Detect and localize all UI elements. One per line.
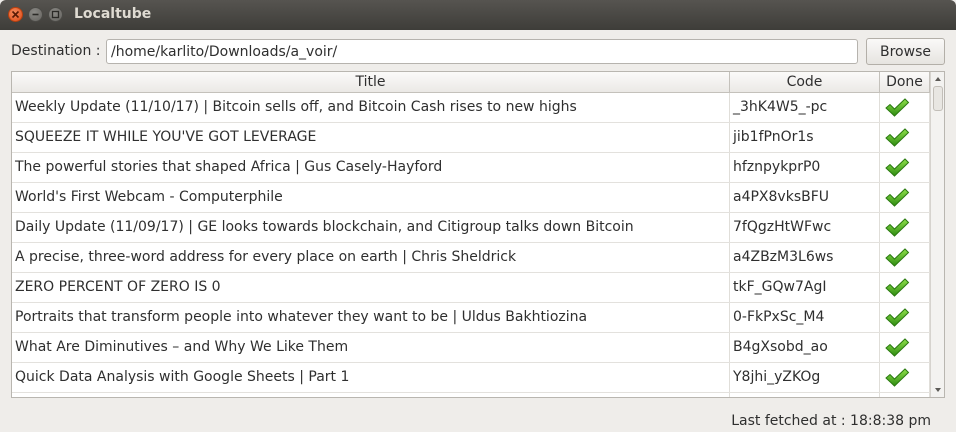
window-minimize-button[interactable] — [28, 7, 43, 22]
table-row[interactable]: A precise, three-word address for every … — [12, 243, 930, 273]
table-row[interactable]: Daily Update (11/09/17) | GE looks towar… — [12, 213, 930, 243]
green-checkmark-icon — [885, 278, 910, 297]
cell-title: SQUEEZE IT WHILE YOU'VE GOT LEVERAGE — [12, 123, 730, 152]
cell-code: _3hK4W5_-pc — [730, 93, 880, 122]
window-close-button[interactable] — [8, 7, 23, 22]
green-checkmark-icon — [885, 158, 910, 177]
cell-done — [880, 303, 930, 332]
column-header-code[interactable]: Code — [730, 72, 880, 92]
cell-title: ZERO PERCENT OF ZERO IS 0 — [12, 273, 730, 302]
column-header-done[interactable]: Done — [880, 72, 930, 92]
downloads-table: Title Code Done Weekly Update (11/10/17)… — [11, 71, 945, 398]
green-checkmark-icon — [885, 308, 910, 327]
cell-code: B4gXsobd_ao — [730, 333, 880, 362]
cell-done — [880, 183, 930, 212]
cell-title — [12, 393, 730, 397]
table-row[interactable]: What Are Diminutives – and Why We Like T… — [12, 333, 930, 363]
scroll-track[interactable] — [932, 86, 944, 383]
table-row[interactable]: Portraits that transform people into wha… — [12, 303, 930, 333]
destination-input[interactable] — [106, 39, 858, 64]
scroll-down-arrow[interactable] — [931, 383, 944, 397]
cell-code: hfznpykprP0 — [730, 153, 880, 182]
cell-done — [880, 153, 930, 182]
cell-title: Daily Update (11/09/17) | GE looks towar… — [12, 213, 730, 242]
cell-title: The powerful stories that shaped Africa … — [12, 153, 730, 182]
scroll-up-arrow[interactable] — [931, 72, 944, 86]
cell-done — [880, 393, 930, 397]
cell-title: What Are Diminutives – and Why We Like T… — [12, 333, 730, 362]
cell-done — [880, 333, 930, 362]
vertical-scrollbar[interactable] — [930, 72, 944, 397]
browse-button[interactable]: Browse — [866, 38, 945, 65]
green-checkmark-icon — [885, 218, 910, 237]
green-checkmark-icon — [885, 338, 910, 357]
window-maximize-button[interactable] — [48, 7, 63, 22]
cell-title: A precise, three-word address for every … — [12, 243, 730, 272]
cell-code: a4PX8vksBFU — [730, 183, 880, 212]
cell-code: jib1fPnOr1s — [730, 123, 880, 152]
close-icon — [11, 10, 20, 19]
minimize-icon — [32, 13, 39, 16]
destination-label: Destination : — [11, 43, 101, 59]
table-row[interactable]: ZERO PERCENT OF ZERO IS 0 tkF_GQw7AgI — [12, 273, 930, 303]
green-checkmark-icon — [885, 368, 910, 387]
cell-done — [880, 93, 930, 122]
cell-title: Weekly Update (11/10/17) | Bitcoin sells… — [12, 93, 730, 122]
cell-done — [880, 363, 930, 392]
green-checkmark-icon — [885, 128, 910, 147]
cell-code: a4ZBzM3L6ws — [730, 243, 880, 272]
cell-done — [880, 273, 930, 302]
cell-done — [880, 243, 930, 272]
chevron-down-icon — [935, 388, 941, 392]
table-row[interactable]: The powerful stories that shaped Africa … — [12, 153, 930, 183]
cell-code: 7fQgzHtWFwc — [730, 213, 880, 242]
table-row[interactable]: Quick Data Analysis with Google Sheets |… — [12, 363, 930, 393]
green-checkmark-icon — [885, 248, 910, 267]
cell-done — [880, 213, 930, 242]
cell-code — [730, 393, 880, 397]
cell-done — [880, 123, 930, 152]
cell-title: Portraits that transform people into wha… — [12, 303, 730, 332]
cell-code: Y8jhi_yZKOg — [730, 363, 880, 392]
table-header: Title Code Done — [12, 72, 930, 93]
cell-code: 0-FkPxSc_M4 — [730, 303, 880, 332]
green-checkmark-icon — [885, 98, 910, 117]
maximize-icon — [51, 10, 60, 19]
scroll-thumb[interactable] — [933, 86, 943, 111]
table-row[interactable]: SQUEEZE IT WHILE YOU'VE GOT LEVERAGE jib1… — [12, 123, 930, 153]
last-fetched-status: Last fetched at : 18:8:38 pm — [731, 413, 931, 429]
cell-title: Quick Data Analysis with Google Sheets |… — [12, 363, 730, 392]
table-row-partial[interactable] — [12, 393, 930, 397]
column-header-title[interactable]: Title — [12, 72, 730, 92]
cell-title: World's First Webcam - Computerphile — [12, 183, 730, 212]
table-row[interactable]: World's First Webcam - Computerphile a4PX… — [12, 183, 930, 213]
window-title: Localtube — [74, 6, 152, 22]
title-bar: Localtube — [0, 0, 956, 30]
table-row[interactable]: Weekly Update (11/10/17) | Bitcoin sells… — [12, 93, 930, 123]
cell-code: tkF_GQw7AgI — [730, 273, 880, 302]
chevron-up-icon — [935, 77, 941, 81]
green-checkmark-icon — [885, 188, 910, 207]
